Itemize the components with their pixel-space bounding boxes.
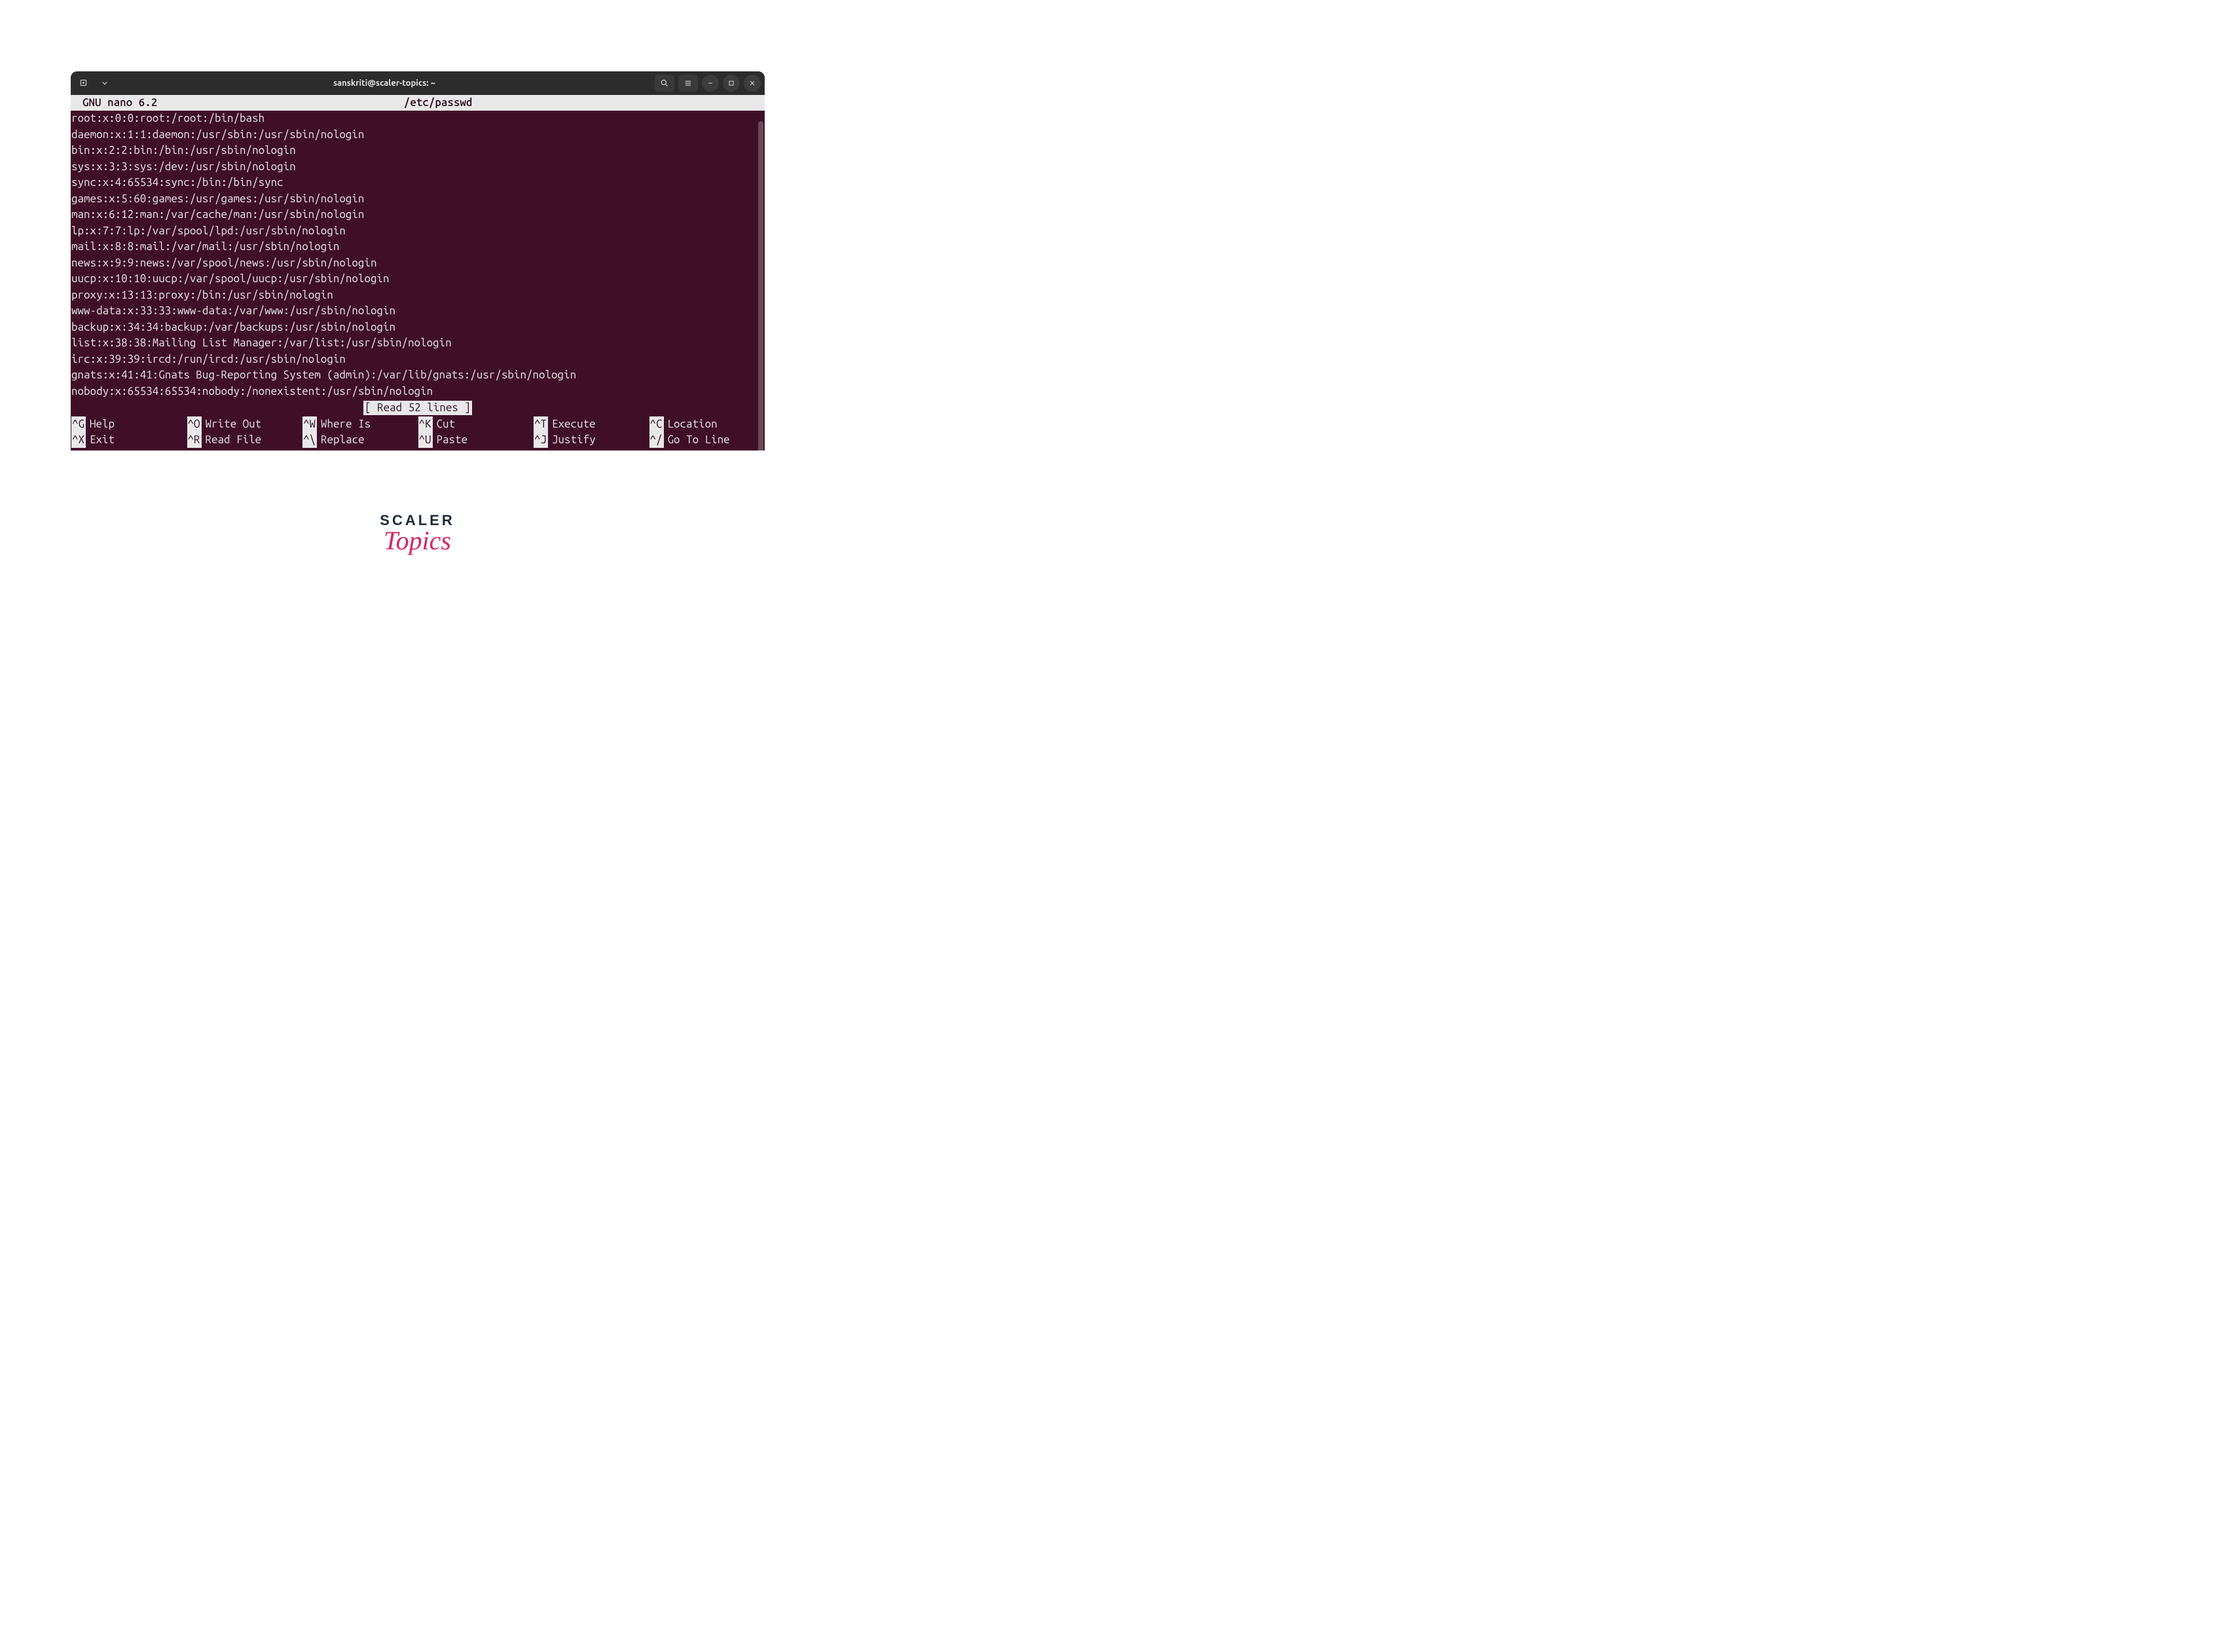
search-button[interactable] <box>655 75 674 92</box>
file-line[interactable]: www-data:x:33:33:www-data:/var/www:/usr/… <box>71 303 765 320</box>
shortcut-label: Paste <box>437 432 468 448</box>
nano-app-label: GNU nano 6.2 <box>71 95 404 111</box>
shortcut-label: Justify <box>552 432 596 448</box>
file-line[interactable]: lp:x:7:7:lp:/var/spool/lpd:/usr/sbin/nol… <box>71 223 765 240</box>
minimize-button[interactable] <box>702 75 719 92</box>
scaler-topics-logo: SCALER Topics <box>380 512 454 556</box>
file-content[interactable]: root:x:0:0:root:/root:/bin/bashdaemon:x:… <box>71 111 765 399</box>
shortcut-label: Help <box>90 416 115 432</box>
file-line[interactable]: man:x:6:12:man:/var/cache/man:/usr/sbin/… <box>71 207 765 223</box>
shortcut-label: Go To Line <box>668 432 730 448</box>
dropdown-icon[interactable] <box>96 75 114 92</box>
file-line[interactable]: daemon:x:1:1:daemon:/usr/sbin:/usr/sbin/… <box>71 127 765 143</box>
nano-status-line: [ Read 52 lines ] <box>71 401 765 416</box>
shortcut-label: Replace <box>321 432 365 448</box>
file-line[interactable]: mail:x:8:8:mail:/var/mail:/usr/sbin/nolo… <box>71 239 765 255</box>
shortcut-key: ^R <box>187 432 202 448</box>
file-line[interactable]: uucp:x:10:10:uucp:/var/spool/uucp:/usr/s… <box>71 271 765 287</box>
file-line[interactable]: sys:x:3:3:sys:/dev:/usr/sbin/nologin <box>71 159 765 175</box>
nano-shortcut[interactable]: ^TExecute <box>534 416 649 432</box>
nano-shortcut[interactable]: ^WWhere Is <box>302 416 418 432</box>
shortcut-key: ^W <box>302 416 317 432</box>
logo-line2: Topics <box>380 525 454 556</box>
shortcut-key: ^U <box>418 432 433 448</box>
shortcut-label: Location <box>668 416 718 432</box>
nano-shortcut[interactable]: ^RRead File <box>187 432 303 448</box>
scrollbar[interactable] <box>758 121 763 450</box>
terminal-body[interactable]: GNU nano 6.2 /etc/passwd root:x:0:0:root… <box>71 95 765 450</box>
shortcut-label: Cut <box>437 416 456 432</box>
shortcut-key: ^G <box>71 416 86 432</box>
nano-shortcut[interactable]: ^/Go To Line <box>649 432 765 448</box>
shortcut-label: Write Out <box>206 416 262 432</box>
file-line[interactable]: list:x:38:38:Mailing List Manager:/var/l… <box>71 335 765 352</box>
shortcut-key: ^C <box>649 416 664 432</box>
nano-status-text: [ Read 52 lines ] <box>363 401 472 415</box>
file-line[interactable]: sync:x:4:65534:sync:/bin:/bin/sync <box>71 175 765 191</box>
file-line[interactable]: games:x:5:60:games:/usr/games:/usr/sbin/… <box>71 191 765 208</box>
nano-shortcut[interactable]: ^CLocation <box>649 416 765 432</box>
nano-shortcut-bar: ^GHelp^OWrite Out^WWhere Is^KCut^TExecut… <box>71 416 765 450</box>
file-line[interactable]: root:x:0:0:root:/root:/bin/bash <box>71 111 765 127</box>
file-line[interactable]: bin:x:2:2:bin:/bin:/usr/sbin/nologin <box>71 143 765 159</box>
terminal-window: sanskriti@scaler-topics: ~ GNU nano 6.2 … <box>71 71 765 450</box>
nano-shortcut[interactable]: ^\Replace <box>302 432 418 448</box>
shortcut-label: Where Is <box>321 416 371 432</box>
shortcut-key: ^T <box>534 416 548 432</box>
shortcut-key: ^/ <box>649 432 664 448</box>
close-button[interactable] <box>744 75 761 92</box>
shortcut-label: Read File <box>206 432 262 448</box>
nano-shortcut[interactable]: ^XExit <box>71 432 187 448</box>
file-line[interactable]: proxy:x:13:13:proxy:/bin:/usr/sbin/nolog… <box>71 287 765 304</box>
shortcut-key: ^\ <box>302 432 317 448</box>
shortcut-key: ^O <box>187 416 202 432</box>
nano-shortcut[interactable]: ^JJustify <box>534 432 649 448</box>
file-line[interactable]: backup:x:34:34:backup:/var/backups:/usr/… <box>71 320 765 336</box>
maximize-button[interactable] <box>723 75 740 92</box>
nano-filename: /etc/passwd <box>404 95 473 111</box>
file-line[interactable]: news:x:9:9:news:/var/spool/news:/usr/sbi… <box>71 255 765 272</box>
file-line[interactable]: nobody:x:65534:65534:nobody:/nonexistent… <box>71 384 765 400</box>
shortcut-key: ^X <box>71 432 86 448</box>
shortcut-label: Exit <box>90 432 115 448</box>
window-titlebar: sanskriti@scaler-topics: ~ <box>71 71 765 95</box>
file-line[interactable]: gnats:x:41:41:Gnats Bug-Reporting System… <box>71 367 765 384</box>
hamburger-menu-button[interactable] <box>678 75 698 92</box>
new-tab-button[interactable] <box>75 75 93 92</box>
nano-shortcut[interactable]: ^GHelp <box>71 416 187 432</box>
nano-header: GNU nano 6.2 /etc/passwd <box>71 95 765 111</box>
nano-shortcut[interactable]: ^KCut <box>418 416 534 432</box>
file-line[interactable]: irc:x:39:39:ircd:/run/ircd:/usr/sbin/nol… <box>71 352 765 368</box>
nano-shortcut[interactable]: ^UPaste <box>418 432 534 448</box>
shortcut-key: ^J <box>534 432 548 448</box>
shortcut-key: ^K <box>418 416 433 432</box>
nano-shortcut[interactable]: ^OWrite Out <box>187 416 303 432</box>
window-title: sanskriti@scaler-topics: ~ <box>114 79 655 88</box>
shortcut-label: Execute <box>552 416 596 432</box>
